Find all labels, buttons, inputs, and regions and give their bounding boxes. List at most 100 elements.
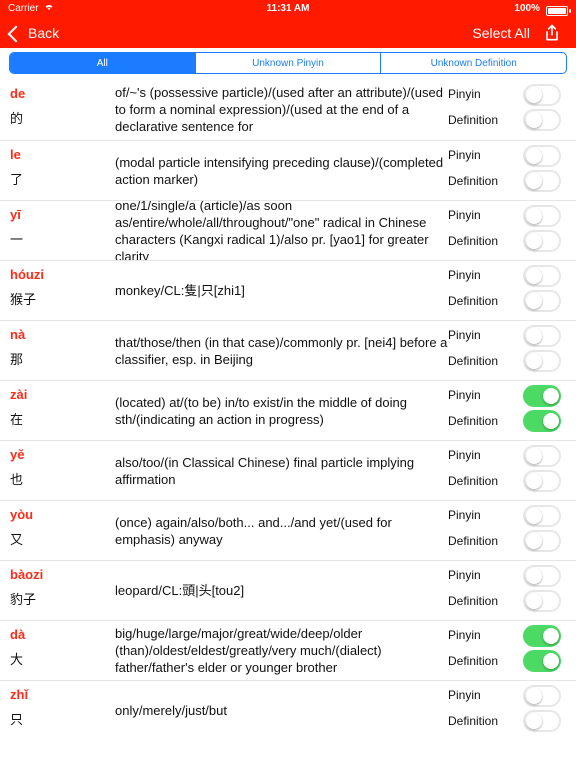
tab-all[interactable]: All: [10, 53, 196, 73]
definition-toggle[interactable]: [523, 590, 561, 612]
word-definition: leopard/CL:頭|头[tou2]: [115, 561, 450, 620]
definition-toggle[interactable]: [523, 650, 561, 672]
list-item: yī 一 one/1/single/a (article)/as soon as…: [0, 200, 576, 260]
word-hanzi: 在: [10, 413, 24, 428]
back-label: Back: [28, 25, 60, 41]
tab-unknown-pinyin[interactable]: Unknown Pinyin: [196, 53, 382, 73]
toggle-knob: [526, 112, 542, 128]
word-definition: of/~'s (possessive particle)/(used after…: [115, 80, 450, 139]
definition-toggle[interactable]: [523, 230, 561, 252]
status-bar: Carrier 11:31 AM 100%: [0, 0, 576, 18]
word-definition-text: (once) again/also/both... and.../and yet…: [115, 514, 392, 547]
definition-toggle[interactable]: [523, 710, 561, 732]
definition-toggle-label: Definition: [448, 174, 499, 188]
toggle-knob: [526, 508, 542, 524]
definition-toggle[interactable]: [523, 530, 561, 552]
definition-toggle[interactable]: [523, 410, 561, 432]
pinyin-toggle[interactable]: [523, 145, 561, 167]
word-definition: one/1/single/a (article)/as soon as/enti…: [115, 201, 450, 260]
word-hanzi: 那: [10, 353, 24, 368]
word-definition-text: of/~'s (possessive particle)/(used after…: [115, 85, 443, 134]
definition-toggle-label: Definition: [448, 534, 499, 548]
definition-toggle-label: Definition: [448, 354, 499, 368]
word-definition: big/huge/large/major/great/wide/deep/old…: [115, 621, 450, 680]
chevron-left-icon: [7, 25, 25, 42]
word-hanzi: 又: [10, 533, 24, 548]
pinyin-toggle[interactable]: [523, 685, 561, 707]
toggle-knob: [526, 148, 542, 164]
definition-toggle[interactable]: [523, 470, 561, 492]
pinyin-toggle[interactable]: [523, 265, 561, 287]
toggle-knob: [526, 473, 542, 489]
pinyin-toggle-label: Pinyin: [448, 328, 481, 342]
back-button[interactable]: Back: [7, 18, 60, 48]
list-item: hóuzi 猴子 monkey/CL:隻|只[zhi1] Pinyin Defi…: [0, 260, 576, 320]
pinyin-toggle[interactable]: [523, 385, 561, 407]
pinyin-toggle[interactable]: [523, 565, 561, 587]
toggle-knob: [526, 208, 542, 224]
definition-toggle-label: Definition: [448, 594, 499, 608]
toggle-knob: [526, 233, 542, 249]
word-definition-text: only/merely/just/but: [115, 703, 227, 718]
pinyin-toggle[interactable]: [523, 325, 561, 347]
definition-toggle-label: Definition: [448, 654, 499, 668]
pinyin-toggle[interactable]: [523, 445, 561, 467]
list-item: yě 也 also/too/(in Classical Chinese) fin…: [0, 440, 576, 500]
word-definition-text: (located) at/(to be) in/to exist/in the …: [115, 394, 407, 427]
word-definition: (once) again/also/both... and.../and yet…: [115, 501, 450, 560]
share-icon[interactable]: [542, 23, 562, 43]
definition-toggle[interactable]: [523, 170, 561, 192]
pinyin-toggle-label: Pinyin: [448, 87, 481, 101]
tab-all-label: All: [96, 57, 108, 69]
word-hanzi: 只: [10, 713, 24, 728]
word-hanzi: 也: [10, 473, 24, 488]
pinyin-toggle-label: Pinyin: [448, 388, 481, 402]
word-definition: (located) at/(to be) in/to exist/in the …: [115, 381, 450, 440]
definition-toggle[interactable]: [523, 109, 561, 131]
pinyin-toggle-label: Pinyin: [448, 508, 481, 522]
word-pinyin: yī: [10, 207, 21, 222]
definition-toggle[interactable]: [523, 290, 561, 312]
word-hanzi: 豹子: [10, 593, 37, 608]
word-pinyin: nà: [10, 327, 26, 342]
select-all-button[interactable]: Select All: [472, 18, 530, 48]
word-pinyin: hóuzi: [10, 267, 44, 282]
battery-percent: 100%: [514, 3, 540, 14]
status-right: 100%: [514, 0, 571, 18]
pinyin-toggle[interactable]: [523, 625, 561, 647]
word-definition: also/too/(in Classical Chinese) final pa…: [115, 441, 450, 500]
toggle-knob: [543, 413, 559, 429]
word-hanzi: 一: [10, 233, 24, 248]
tab-unknown-definition[interactable]: Unknown Definition: [381, 53, 566, 73]
list-item: dà 大 big/huge/large/major/great/wide/dee…: [0, 620, 576, 680]
word-list: de 的 of/~'s (possessive particle)/(used …: [0, 80, 576, 740]
toggle-knob: [526, 87, 542, 103]
toggle-knob: [526, 448, 542, 464]
toggle-knob: [526, 593, 542, 609]
definition-toggle-label: Definition: [448, 414, 499, 428]
toggle-knob: [543, 653, 559, 669]
word-pinyin: yě: [10, 447, 25, 462]
definition-toggle[interactable]: [523, 350, 561, 372]
battery-icon: [546, 6, 571, 16]
toggle-knob: [526, 173, 542, 189]
pinyin-toggle-label: Pinyin: [448, 568, 481, 582]
word-definition-text: monkey/CL:隻|只[zhi1]: [115, 283, 245, 298]
word-definition-text: also/too/(in Classical Chinese) final pa…: [115, 454, 415, 487]
word-pinyin: zài: [10, 387, 28, 402]
pinyin-toggle[interactable]: [523, 84, 561, 106]
pinyin-toggle[interactable]: [523, 205, 561, 227]
pinyin-toggle-label: Pinyin: [448, 148, 481, 162]
list-item: le 了 (modal particle intensifying preced…: [0, 140, 576, 200]
toggle-knob: [526, 688, 542, 704]
navigation-bar: Back Select All: [0, 18, 576, 48]
pinyin-toggle-label: Pinyin: [448, 688, 481, 702]
word-definition: that/those/then (in that case)/commonly …: [115, 321, 450, 380]
pinyin-toggle-label: Pinyin: [448, 208, 481, 222]
pinyin-toggle[interactable]: [523, 505, 561, 527]
list-item: bàozi 豹子 leopard/CL:頭|头[tou2] Pinyin Def…: [0, 560, 576, 620]
word-hanzi: 大: [10, 653, 24, 668]
definition-toggle-label: Definition: [448, 113, 499, 127]
word-definition-text: leopard/CL:頭|头[tou2]: [115, 583, 245, 598]
toggle-knob: [526, 293, 542, 309]
